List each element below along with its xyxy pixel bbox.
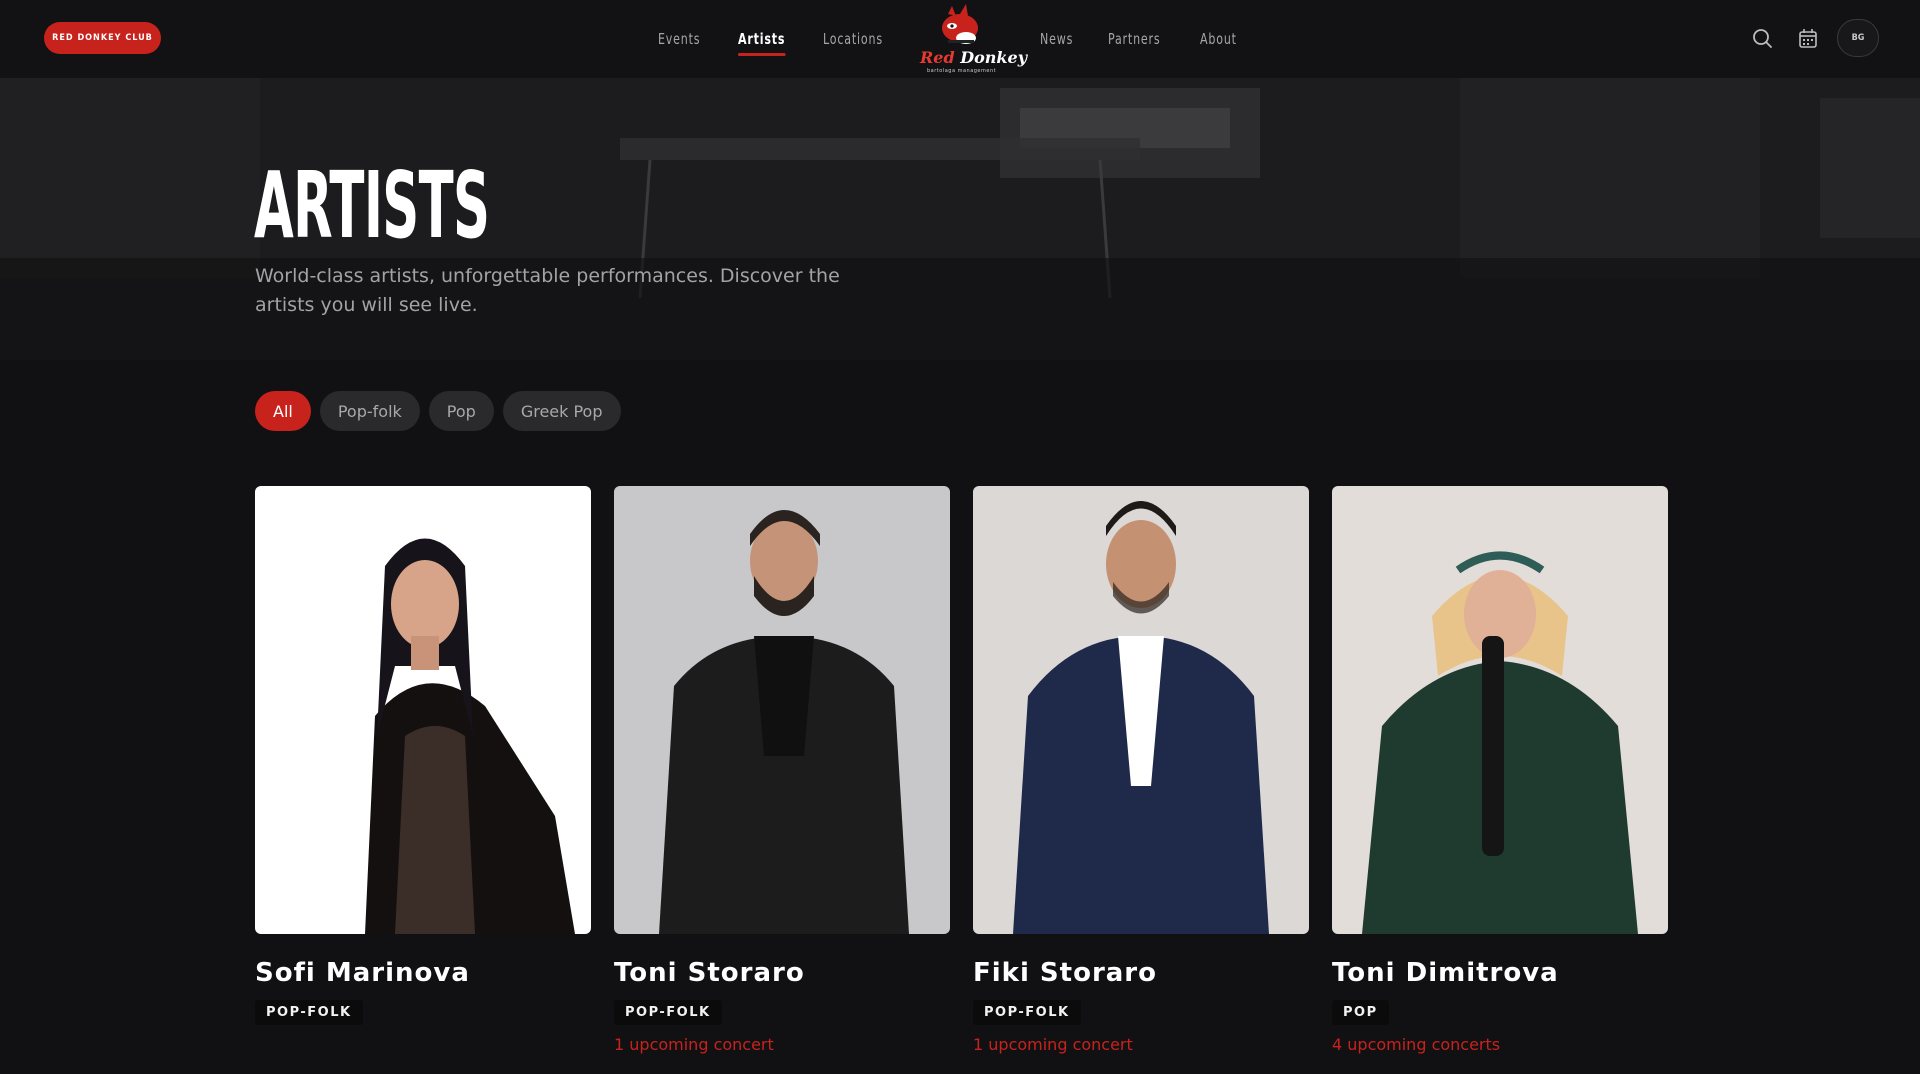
artist-photo[interactable] (973, 486, 1309, 934)
filter-all[interactable]: All (255, 391, 311, 431)
primary-nav-right: News Partners About (1040, 0, 1273, 78)
genre-badge: POP (1332, 1000, 1389, 1025)
artist-photo[interactable] (255, 486, 591, 934)
genre-badge: POP-FOLK (973, 1000, 1081, 1025)
genre-filters: All Pop-folk Pop Greek Pop (255, 391, 621, 431)
logo-tagline: bartolaga management (927, 68, 997, 74)
artist-name[interactable]: Toni Dimitrova (1332, 958, 1668, 988)
logo-wordmark: Red Donkey (920, 48, 1027, 67)
nav-news[interactable]: News (1040, 30, 1073, 48)
page-title: ARTISTS (254, 152, 490, 259)
artist-name[interactable]: Fiki Storaro (973, 958, 1309, 988)
artist-card[interactable]: Toni Dimitrova POP 4 upcoming concerts (1332, 486, 1668, 1054)
filter-greek-pop[interactable]: Greek Pop (502, 391, 621, 431)
nav-artists[interactable]: Artists (737, 30, 785, 56)
artist-name[interactable]: Sofi Marinova (255, 958, 591, 988)
artist-card[interactable]: Fiki Storaro POP-FOLK 1 upcoming concert (973, 486, 1309, 1054)
filter-pop-folk[interactable]: Pop-folk (319, 391, 420, 431)
red-donkey-club-button[interactable]: RED DONKEY CLUB (44, 22, 161, 54)
calendar-icon[interactable] (1797, 27, 1819, 49)
nav-about[interactable]: About (1200, 30, 1237, 48)
page-subtitle: World-class artists, unforgettable perfo… (255, 265, 840, 316)
nav-locations[interactable]: Locations (823, 30, 883, 48)
artist-name[interactable]: Toni Storaro (614, 958, 950, 988)
artists-page: RED DONKEY CLUB Events Artists Locations… (0, 0, 1920, 1074)
genre-badge: POP-FOLK (255, 1000, 363, 1025)
upcoming-concerts-link[interactable]: 1 upcoming concert (973, 1035, 1309, 1054)
filter-pop[interactable]: Pop (428, 391, 494, 431)
artist-card[interactable]: Toni Storaro POP-FOLK 1 upcoming concert (614, 486, 950, 1054)
language-switch-button[interactable]: BG (1837, 19, 1879, 57)
nav-partners[interactable]: Partners (1108, 30, 1160, 48)
artist-card[interactable]: Sofi Marinova POP-FOLK (255, 486, 591, 1025)
search-icon[interactable] (1751, 27, 1773, 49)
artist-photo[interactable] (614, 486, 950, 934)
artist-photo[interactable] (1332, 486, 1668, 934)
genre-badge: POP-FOLK (614, 1000, 722, 1025)
upcoming-concerts-link[interactable]: 4 upcoming concerts (1332, 1035, 1668, 1054)
upcoming-concerts-link[interactable]: 1 upcoming concert (614, 1035, 950, 1054)
nav-events[interactable]: Events (658, 30, 700, 48)
site-header: RED DONKEY CLUB Events Artists Locations… (0, 0, 1920, 78)
primary-nav-left: Events Artists Locations (658, 0, 924, 78)
